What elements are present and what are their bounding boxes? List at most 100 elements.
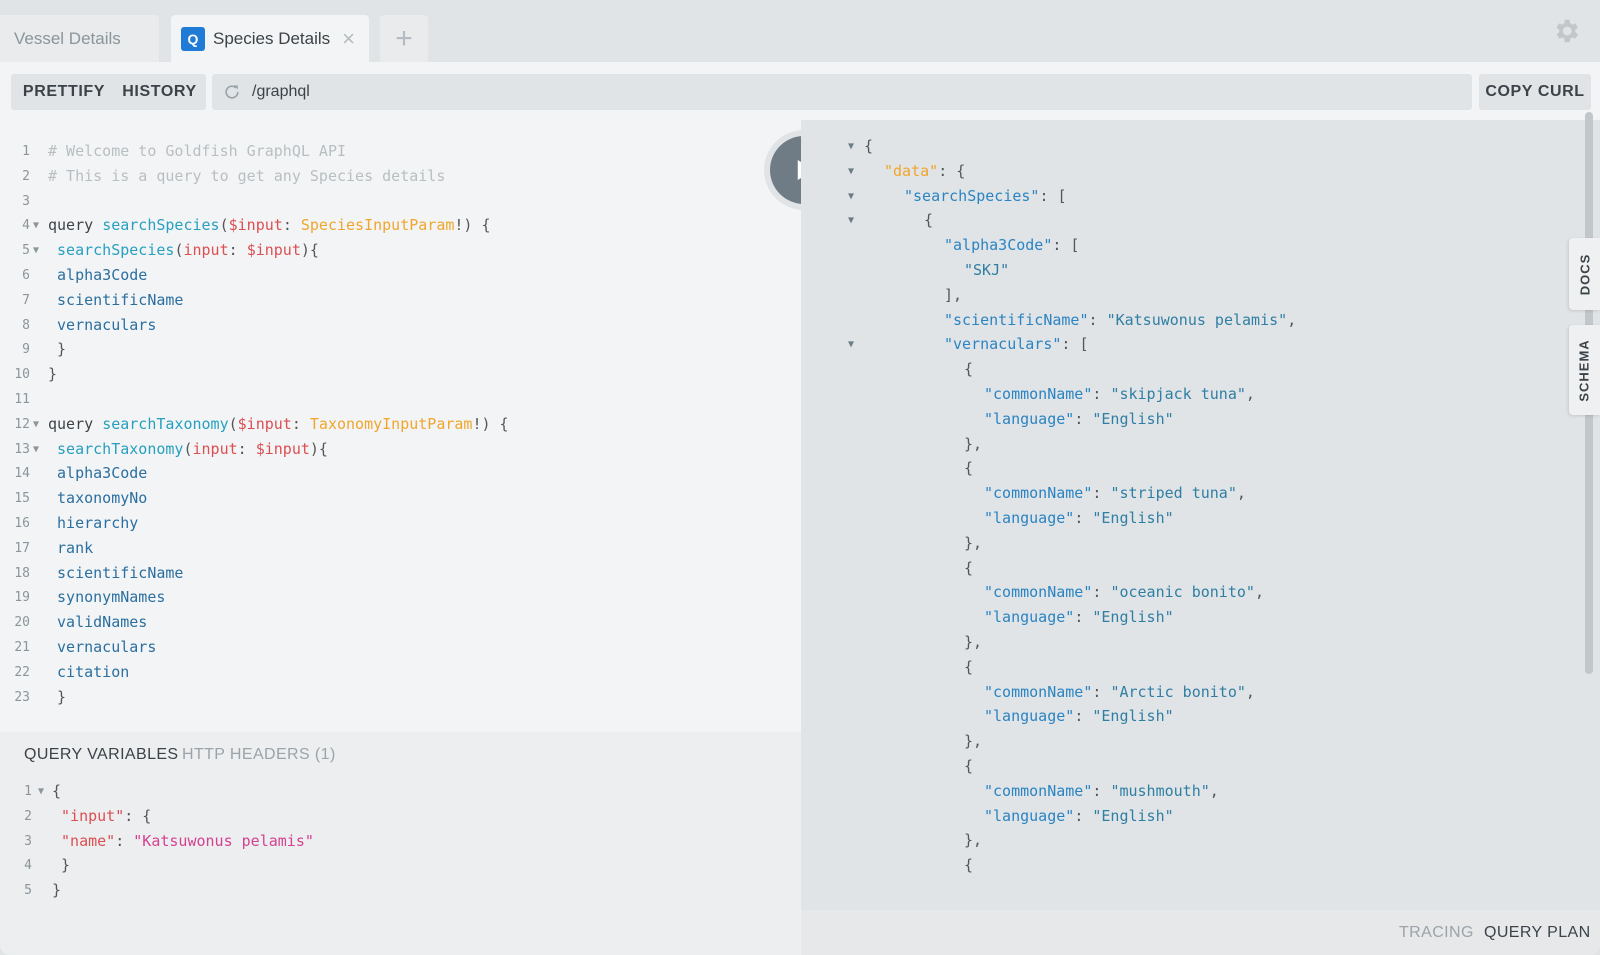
code-token: { xyxy=(52,782,62,800)
fold-toggle-icon[interactable]: ▼ xyxy=(848,339,854,350)
code-text: query searchSpecies($input: SpeciesInput… xyxy=(48,216,491,234)
code-text: synonymNames xyxy=(48,588,165,606)
fold-toggle-icon[interactable]: ▼ xyxy=(33,419,39,430)
code-token: "commonName" xyxy=(984,484,1093,503)
code-text: } xyxy=(52,856,70,874)
query-badge-icon: Q xyxy=(181,26,205,51)
code-token: searchSpecies xyxy=(48,241,175,260)
result-line: { xyxy=(801,559,1561,584)
code-token: "Katsuwonus pelamis" xyxy=(133,831,314,850)
json-text: "vernaculars": [ xyxy=(944,335,1089,353)
result-line: }, xyxy=(801,831,1561,856)
json-text: "commonName": "mushmouth", xyxy=(984,782,1219,800)
editor-line: 21 vernaculars xyxy=(0,638,801,663)
fold-toggle-icon[interactable]: ▼ xyxy=(33,220,39,231)
editor-line: 4 ▼ query searchSpecies($input: SpeciesInp… xyxy=(0,216,801,241)
fold-toggle-icon[interactable]: ▼ xyxy=(38,786,44,797)
copy-curl-button[interactable]: COPY CURL xyxy=(1479,74,1591,110)
query-editor[interactable]: 1 # Welcome to Goldfish GraphQL API 2 # Thi… xyxy=(0,120,801,732)
add-tab-button[interactable]: + xyxy=(380,15,428,62)
code-token: "mushmouth" xyxy=(1110,781,1210,800)
result-line: "SKJ" xyxy=(801,261,1561,286)
code-token: , xyxy=(1236,484,1246,503)
code-token: "language" xyxy=(984,509,1075,527)
tab-http-headers[interactable]: HTTP HEADERS (1) xyxy=(182,746,336,764)
code-token: searchSpecies xyxy=(102,216,220,235)
prettify-button[interactable]: PRETTIFY xyxy=(11,74,117,110)
code-token: }, xyxy=(964,633,983,651)
code-token: { xyxy=(964,757,974,775)
code-token: validNames xyxy=(48,613,148,632)
json-text: "SKJ" xyxy=(964,261,1009,279)
code-token: "language" xyxy=(984,409,1075,428)
fold-toggle-icon[interactable]: ▼ xyxy=(848,191,854,202)
code-token: scientificName xyxy=(48,563,184,582)
fold-toggle-icon[interactable]: ▼ xyxy=(33,245,39,256)
result-line: ▼ "searchSpecies": [ xyxy=(801,187,1561,212)
code-token: "SKJ" xyxy=(964,261,1010,279)
line-number: 9 xyxy=(22,342,30,358)
code-text: } xyxy=(48,365,57,383)
result-line: { xyxy=(801,658,1561,683)
fold-toggle-icon[interactable]: ▼ xyxy=(848,141,854,152)
variables-line: 1 ▼ { xyxy=(0,782,801,807)
result-viewer[interactable]: ▼{▼ "data": {▼ "searchSpecies": [▼{"alpha3… xyxy=(801,120,1600,910)
code-token: query xyxy=(48,216,103,235)
docs-tab[interactable]: DOCS xyxy=(1569,238,1600,310)
code-token: vernaculars xyxy=(48,638,157,656)
line-number: 17 xyxy=(14,540,30,556)
editor-line: 20 validNames xyxy=(0,613,801,638)
code-token: $input xyxy=(255,439,310,458)
tab-query-variables[interactable]: QUERY VARIABLES xyxy=(24,746,179,764)
fold-toggle-icon[interactable]: ▼ xyxy=(848,166,854,177)
refresh-icon[interactable] xyxy=(222,82,242,102)
code-token: "skipjack tuna" xyxy=(1110,385,1246,403)
result-line: "commonName": "Arctic bonito", xyxy=(801,683,1561,708)
code-token: : xyxy=(1092,781,1111,800)
tracing-tab[interactable]: TRACING xyxy=(1399,924,1474,942)
line-number: 1 xyxy=(24,784,32,799)
code-token: query xyxy=(48,414,103,433)
tab-species-details[interactable]: Q Species Details × xyxy=(171,15,369,62)
code-text: } xyxy=(48,340,66,358)
editor-line: 15 taxonomyNo xyxy=(0,489,801,514)
code-token: , xyxy=(1287,310,1297,329)
json-text: "commonName": "oceanic bonito", xyxy=(984,583,1264,601)
line-number: 8 xyxy=(22,317,30,333)
code-token: }, xyxy=(964,533,983,552)
history-button[interactable]: HISTORY xyxy=(113,74,206,110)
code-token: , xyxy=(1209,781,1219,800)
code-token: { xyxy=(864,137,874,155)
code-text: hierarchy xyxy=(48,514,138,532)
code-token: "Arctic bonito" xyxy=(1110,682,1246,701)
code-token: { xyxy=(964,856,974,875)
code-text: query searchTaxonomy($input: TaxonomyInp… xyxy=(48,415,509,433)
json-text: { xyxy=(964,757,973,775)
code-token: "English" xyxy=(1092,608,1174,627)
line-number: 5 xyxy=(24,883,32,899)
code-token: : xyxy=(1088,310,1107,329)
code-token: searchTaxonomy xyxy=(102,414,229,433)
code-token: { xyxy=(964,657,974,676)
close-icon[interactable]: × xyxy=(342,27,355,50)
code-token: ){ xyxy=(309,439,328,458)
fold-toggle-icon[interactable]: ▼ xyxy=(848,215,854,226)
fold-toggle-icon[interactable]: ▼ xyxy=(33,444,39,455)
endpoint-url: /graphql xyxy=(252,83,310,100)
schema-tab[interactable]: SCHEMA xyxy=(1569,325,1600,415)
code-token: { xyxy=(924,211,934,230)
code-text: # Welcome to Goldfish GraphQL API xyxy=(48,142,346,160)
line-number: 20 xyxy=(14,615,30,631)
code-token: !) { xyxy=(472,414,509,433)
code-text: alpha3Code xyxy=(48,464,147,482)
endpoint-url-input[interactable]: /graphql xyxy=(212,74,1472,110)
gear-icon[interactable] xyxy=(1551,16,1581,46)
result-line: ▼{ xyxy=(801,211,1561,236)
line-number: 2 xyxy=(22,168,30,184)
code-token: input xyxy=(183,241,229,260)
result-line: "commonName": "striped tuna", xyxy=(801,484,1561,509)
code-token: ], xyxy=(944,285,963,304)
tab-vessel-details[interactable]: Vessel Details xyxy=(0,15,159,62)
query-plan-tab[interactable]: QUERY PLAN xyxy=(1484,924,1591,942)
code-token: "Katsuwonus pelamis" xyxy=(1106,310,1288,329)
